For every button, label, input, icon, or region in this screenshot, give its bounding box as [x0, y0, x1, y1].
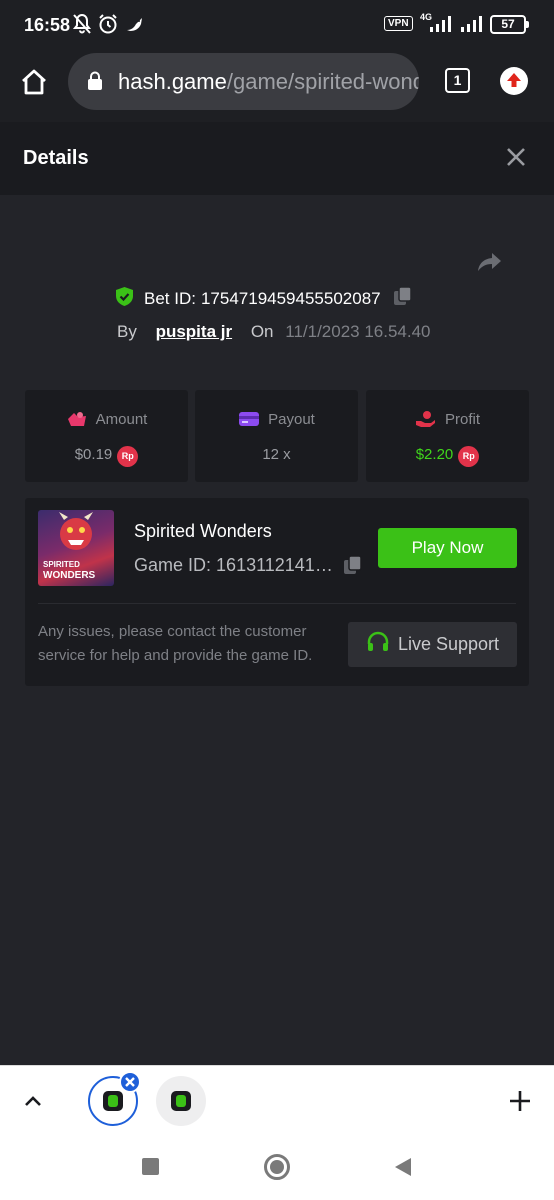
bet-id-label: Bet ID: — [144, 289, 196, 308]
bet-id-row: Bet ID: 1754719459455502087 — [114, 286, 413, 312]
tab-switcher-button[interactable]: 1 — [445, 68, 470, 93]
signal-icon — [428, 15, 454, 38]
game-art-image — [59, 512, 93, 550]
status-time: 16:58 — [24, 15, 71, 35]
address-bar[interactable]: hash.game/game/spirited-wonders — [68, 53, 419, 110]
game-thumbnail[interactable]: SPIRITED WONDERS — [38, 510, 114, 586]
profit-hand-icon — [415, 411, 445, 428]
bet-id-value: 1754719459455502087 — [200, 289, 381, 308]
live-support-label: Live Support — [397, 634, 500, 654]
thumb-title-line2: WONDERS — [43, 570, 96, 581]
card-icon — [238, 411, 268, 428]
game-id-value: 16131121416... — [216, 555, 334, 575]
amount-value: $0.19 — [74, 446, 113, 463]
close-tab-icon[interactable] — [119, 1071, 141, 1093]
battery-indicator: 57 — [490, 15, 529, 34]
share-icon[interactable] — [474, 247, 504, 277]
home-nav-icon[interactable] — [264, 1154, 290, 1180]
profit-value: $2.20 — [415, 446, 454, 463]
profit-card: Profit $2.20 Rp — [366, 390, 529, 482]
game-card: SPIRITED WONDERS Spirited Wonders Game I… — [25, 498, 529, 686]
tab-strip — [0, 1065, 554, 1134]
on-label: On — [250, 322, 274, 341]
home-icon[interactable] — [18, 66, 50, 98]
profit-label: Profit — [444, 411, 480, 428]
by-label: By — [117, 322, 137, 341]
recents-icon[interactable] — [142, 1158, 159, 1175]
app-logo-icon — [103, 1091, 123, 1111]
plus-icon[interactable] — [508, 1089, 532, 1118]
game-id: Game ID: 16131121416... — [134, 555, 334, 576]
support-hint: Any issues, please contact the customer … — [38, 623, 313, 664]
details-header: Details — [0, 122, 554, 195]
url-domain: hash.game — [118, 69, 227, 94]
system-nav-bar — [0, 1134, 554, 1200]
back-icon[interactable] — [393, 1156, 413, 1183]
update-icon[interactable] — [500, 67, 528, 95]
divider — [38, 603, 516, 604]
amount-label: Amount — [95, 411, 148, 428]
shield-check-icon — [114, 286, 135, 312]
chevron-up-icon[interactable] — [22, 1090, 44, 1117]
close-icon[interactable] — [505, 146, 527, 168]
tab-hash-game[interactable] — [156, 1076, 206, 1126]
status-bar: 16:58 VPN 4G 57 — [0, 0, 554, 50]
mute-bell-icon — [72, 13, 92, 40]
lock-icon — [87, 71, 103, 96]
thumb-title-line1: SPIRITED — [43, 560, 80, 569]
bet-date: 11/1/2023 16.54.40 — [285, 322, 431, 341]
vpn-badge: VPN — [384, 16, 413, 31]
payout-card: Payout 12 x — [195, 390, 358, 482]
amount-icon — [66, 411, 96, 428]
copy-game-id-icon[interactable] — [343, 555, 363, 581]
bird-icon — [124, 13, 146, 40]
url-path: /game/spirited-wonders — [226, 69, 419, 94]
payout-label: Payout — [268, 411, 315, 428]
url-text: hash.game/game/spirited-wonders — [118, 69, 419, 95]
amount-card: Amount $0.19 Rp — [25, 390, 188, 482]
page-title: Details — [23, 147, 89, 169]
bet-meta-row: By puspita jr On 11/1/2023 16.54.40 — [117, 322, 431, 342]
live-support-button[interactable]: Live Support — [348, 622, 517, 667]
currency-badge: Rp — [117, 446, 139, 467]
game-id-label: Game ID: — [134, 555, 212, 575]
headset-icon — [366, 630, 398, 659]
username-link[interactable]: puspita jr — [156, 322, 233, 341]
payout-value: 12 x — [262, 446, 291, 463]
copy-icon[interactable] — [393, 286, 413, 312]
currency-badge: Rp — [458, 446, 480, 467]
game-name: Spirited Wonders — [134, 521, 272, 541]
alarm-icon — [97, 13, 119, 40]
browser-toolbar: hash.game/game/spirited-wonders 1 — [0, 50, 554, 122]
signal-icon-2 — [459, 15, 485, 38]
app-logo-icon — [171, 1091, 191, 1111]
play-now-button[interactable]: Play Now — [378, 528, 517, 568]
